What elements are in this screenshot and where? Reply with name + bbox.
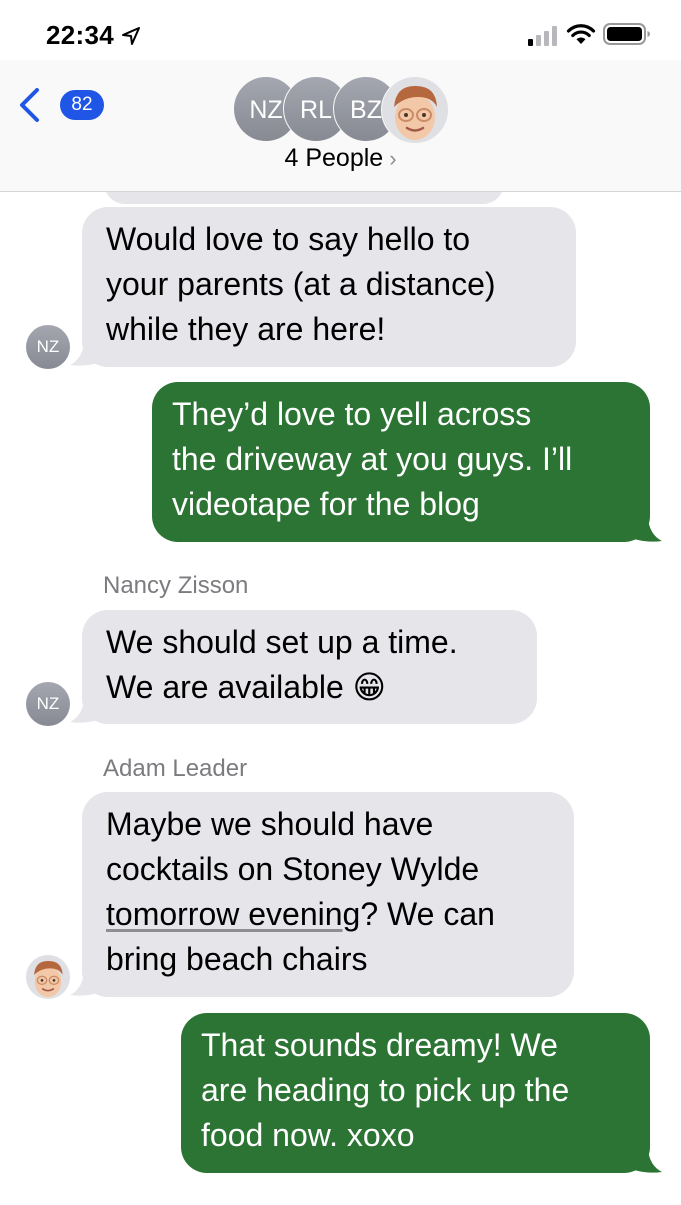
bubble-tail — [70, 973, 98, 996]
back-chevron-icon — [20, 88, 39, 122]
message-line: We should set up a time. — [106, 624, 458, 660]
message-line-with-link: tomorrow evening? We can — [106, 892, 550, 937]
message-line: are heading to pick up the — [201, 1072, 570, 1108]
group-title: 4 People — [284, 144, 384, 172]
message-line: bring beach chairs — [106, 941, 368, 977]
wifi-icon — [566, 24, 596, 44]
bubble-tail — [634, 519, 662, 542]
detected-date-link[interactable]: tomorrow evening — [106, 896, 360, 932]
cellular-signal-icon — [528, 26, 557, 46]
location-arrow-icon — [122, 27, 140, 45]
message-line: food now. xoxo — [201, 1117, 415, 1153]
sender-name: Nancy Zisson — [103, 572, 249, 599]
status-time: 22:34 — [46, 20, 114, 50]
message-line: videotape for the blog — [172, 486, 480, 522]
message-line: They’d love to yell across — [172, 396, 532, 432]
message-line: cocktails on Stoney Wylde — [106, 851, 480, 887]
back-button[interactable]: 82 — [18, 85, 104, 125]
message-text: ? We can — [360, 896, 495, 932]
message-bubble-outgoing[interactable]: They’d love to yell across the driveway … — [152, 382, 650, 542]
message-bubble-incoming[interactable]: Would love to say hello to your parents … — [82, 207, 576, 367]
group-avatars[interactable]: NZ RL BZ — [233, 76, 449, 144]
chevron-right-icon: › — [389, 146, 397, 171]
message-bubble-partial — [104, 192, 504, 204]
message-bubble-outgoing[interactable]: That sounds dreamy! We are heading to pi… — [181, 1013, 650, 1173]
unread-count-badge: 82 — [60, 90, 104, 120]
bubble-tail — [70, 343, 98, 366]
message-line: while they are here! — [106, 311, 386, 347]
sender-avatar[interactable]: NZ — [26, 682, 70, 726]
status-bar: 22:34 — [0, 0, 681, 60]
bubble-tail — [70, 700, 98, 723]
bubble-tail — [634, 1150, 662, 1173]
memoji-avatar-icon — [381, 76, 449, 144]
message-line: the driveway at you guys. I’ll — [172, 441, 573, 477]
conversation-header: 82 NZ RL BZ 4 People › — [0, 60, 681, 192]
message-line: That sounds dreamy! We — [201, 1027, 558, 1063]
sender-avatar[interactable]: NZ — [26, 325, 70, 369]
message-list[interactable]: Would love to say hello to your parents … — [0, 192, 681, 1205]
battery-icon — [603, 23, 650, 45]
message-line: Would love to say hello to — [106, 221, 471, 257]
memoji-avatar-icon[interactable] — [26, 955, 70, 999]
message-line: Maybe we should have — [106, 806, 434, 842]
message-bubble-incoming[interactable]: We should set up a time. We are availabl… — [82, 610, 537, 724]
message-bubble-incoming[interactable]: Maybe we should have cocktails on Stoney… — [82, 792, 574, 997]
sender-name: Adam Leader — [103, 755, 248, 782]
message-line: your parents (at a distance) — [106, 266, 496, 302]
group-title-button[interactable]: 4 People › — [0, 144, 681, 173]
message-line: We are available 😁 — [106, 669, 387, 705]
